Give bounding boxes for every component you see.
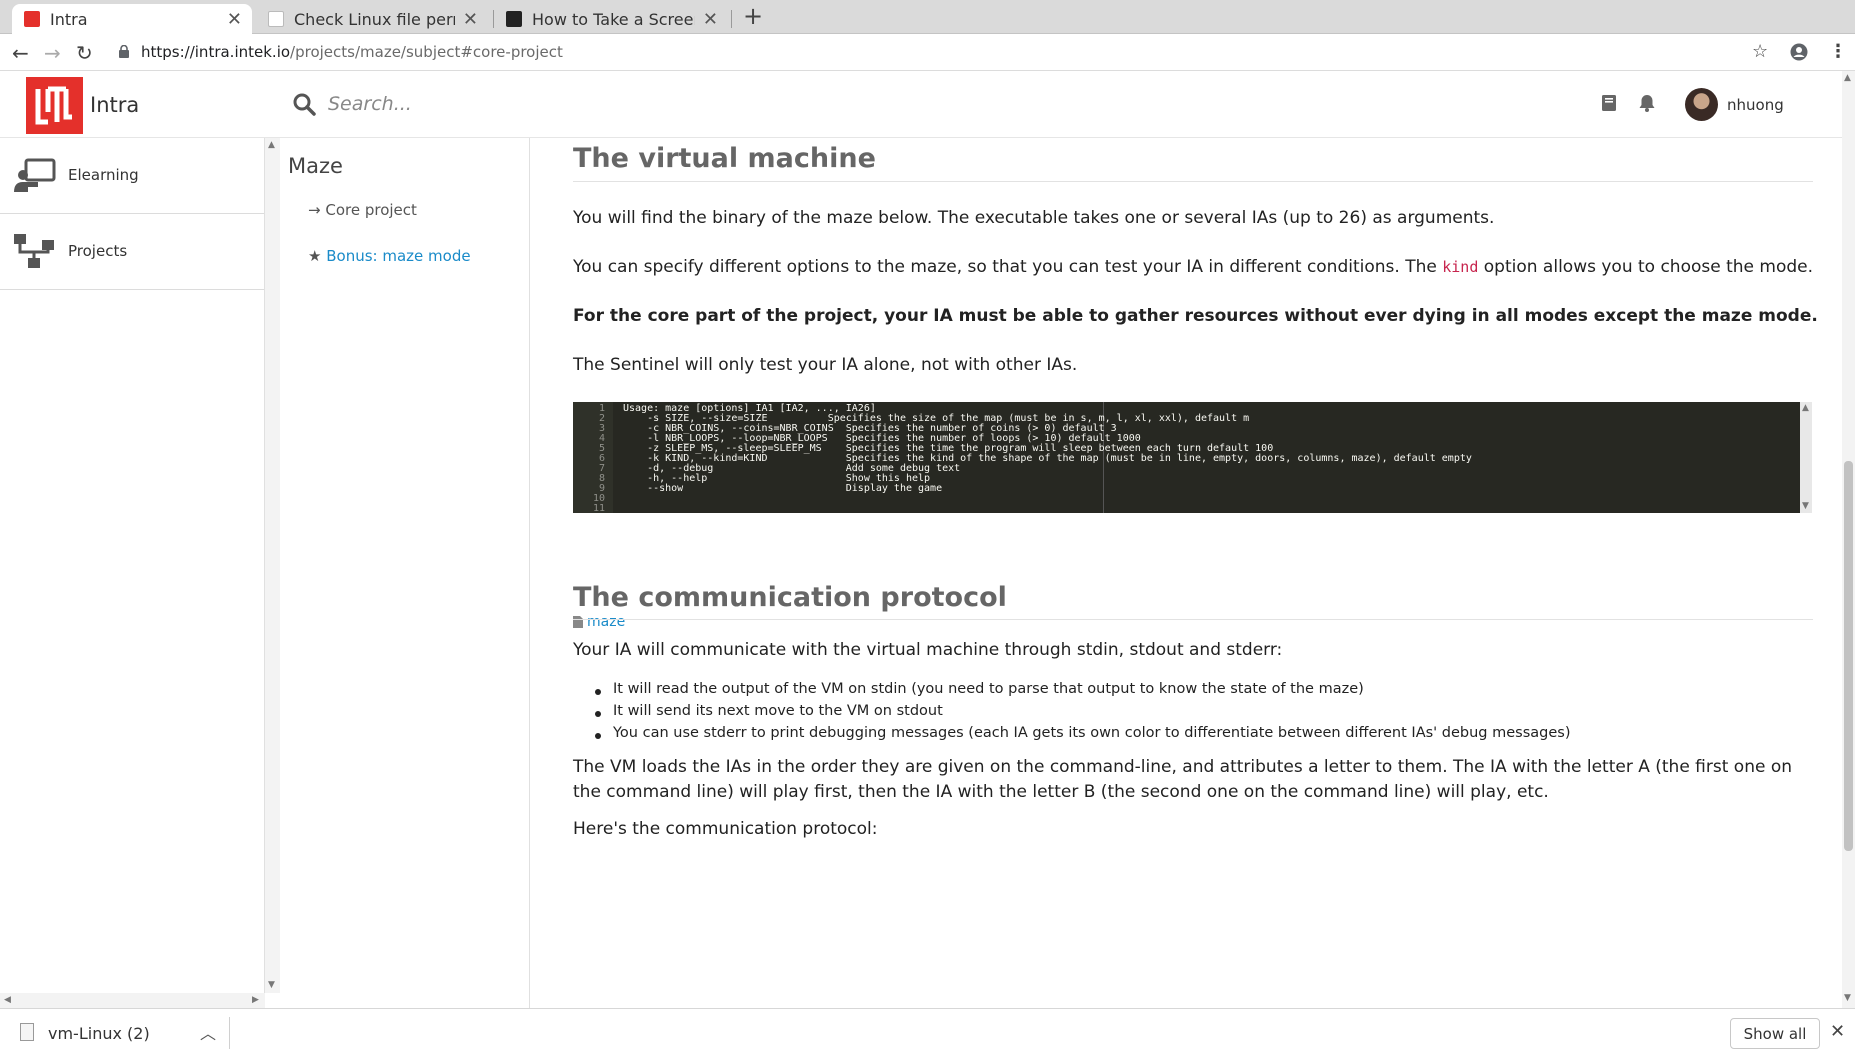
- divider: [229, 1017, 230, 1049]
- paragraph: The VM loads the IAs in the order they a…: [573, 757, 1793, 802]
- paragraph: Your IA will communicate with the virtua…: [573, 640, 1283, 660]
- scroll-up-icon[interactable]: ▲: [1802, 403, 1809, 413]
- new-tab-button[interactable]: +: [743, 2, 763, 30]
- tab-intra[interactable]: Intra ✕: [12, 4, 252, 34]
- intra-logo-icon: [35, 86, 72, 125]
- tab-title: How to Take a Screenshot: [532, 9, 695, 29]
- back-arrow-icon[interactable]: ←: [12, 41, 29, 65]
- scroll-up-icon[interactable]: ▲: [268, 140, 275, 150]
- bookmark-star-icon[interactable]: ☆: [1752, 41, 1768, 62]
- close-tab-icon[interactable]: ✕: [703, 9, 718, 30]
- tab-divider: [731, 10, 732, 28]
- list-item: You can use stderr to print debugging me…: [594, 725, 1570, 747]
- paragraph-bold: For the core part of the project, your I…: [573, 304, 1823, 329]
- close-tab-icon[interactable]: ✕: [463, 9, 478, 30]
- subnav-link-core-project[interactable]: → Core project: [308, 201, 417, 219]
- section-title: The communication protocol: [573, 582, 1007, 613]
- sidebar-hscrollbar[interactable]: ◀ ▶: [0, 993, 265, 1008]
- url-host: https://intra.intek.io: [141, 43, 291, 61]
- subnav-title: Maze: [288, 154, 343, 178]
- username[interactable]: nhuong: [1727, 96, 1784, 114]
- intra-logo[interactable]: [26, 77, 83, 134]
- logo-text: Intra: [90, 93, 140, 117]
- htg-favicon-icon: [506, 11, 522, 27]
- sidebar-scrollbar[interactable]: ▲ ▼: [265, 138, 280, 993]
- tab-screenshot[interactable]: How to Take a Screenshot ✕: [494, 4, 728, 34]
- bold-text: For the core part of the project, your I…: [573, 306, 1818, 326]
- paragraph: You will find the binary of the maze bel…: [573, 208, 1495, 228]
- show-all-button[interactable]: Show all: [1730, 1018, 1820, 1049]
- download-item[interactable]: vm-Linux (2): [48, 1024, 150, 1043]
- section-divider: [573, 181, 1813, 182]
- scroll-down-icon[interactable]: ▼: [268, 980, 275, 990]
- sidebar-item-label: Elearning: [68, 166, 139, 184]
- scroll-right-icon[interactable]: ▶: [252, 995, 259, 1005]
- tab-title: Intra: [50, 9, 88, 29]
- inline-code: kind: [1442, 258, 1479, 276]
- scroll-up-icon[interactable]: ▲: [1844, 73, 1851, 83]
- account-icon[interactable]: [1790, 43, 1808, 61]
- scrollbar-thumb[interactable]: [1844, 461, 1853, 851]
- elearning-icon: [14, 158, 56, 192]
- address-bar[interactable]: https://intra.intek.io/projects/maze/sub…: [141, 43, 563, 61]
- chevron-up-icon[interactable]: ︿: [200, 1020, 216, 1044]
- scroll-down-icon[interactable]: ▼: [1802, 501, 1809, 511]
- arrow-right-icon: →: [308, 201, 321, 219]
- search-input[interactable]: [328, 87, 1028, 121]
- text: option allows you to choose the mode.: [1478, 257, 1814, 277]
- page-scrollbar[interactable]: ▲ ▼: [1842, 71, 1855, 1008]
- left-sidebar: Elearning Projects: [0, 138, 265, 1008]
- tab-linux-permissions[interactable]: Check Linux file permissio ✕: [256, 4, 488, 34]
- download-bar: vm-Linux (2) ︿ Show all ✕: [0, 1008, 1855, 1056]
- paragraph: Here's the communication protocol:: [573, 819, 878, 839]
- code-gutter: 1 2 3 4 5 6 7 8 9 10 11: [573, 402, 613, 513]
- list-item: It will send its next move to the VM on …: [594, 703, 1570, 725]
- close-tab-icon[interactable]: ✕: [227, 9, 242, 30]
- section-title: The virtual machine: [573, 143, 876, 174]
- subject-nav: Maze → Core project ★ Bonus: maze mode: [280, 138, 530, 1008]
- avatar[interactable]: [1685, 88, 1718, 121]
- section-divider: [573, 619, 1813, 620]
- menu-dots-icon[interactable]: ⋮: [1829, 41, 1847, 62]
- file-icon: [573, 616, 583, 628]
- forward-arrow-icon[interactable]: →: [44, 41, 61, 65]
- site-header: Intra nhuong: [0, 71, 1855, 138]
- text: You can specify different options to the…: [573, 257, 1443, 277]
- intra-favicon-icon: [24, 11, 40, 27]
- scroll-down-icon[interactable]: ▼: [1844, 993, 1851, 1003]
- notification-bell-icon[interactable]: [1637, 93, 1657, 113]
- scroll-left-icon[interactable]: ◀: [4, 995, 11, 1005]
- line-number: 11: [592, 503, 605, 513]
- main-content: The virtual machine You will find the bi…: [531, 138, 1842, 1008]
- browser-tabbar: Intra ✕ Check Linux file permissio ✕ How…: [0, 0, 1855, 34]
- subnav-link-bonus[interactable]: ★ Bonus: maze mode: [308, 247, 471, 265]
- projects-icon: [14, 234, 54, 268]
- subnav-link-label: Bonus: maze mode: [326, 247, 471, 265]
- search-icon: [293, 93, 316, 116]
- paragraph: You can specify different options to the…: [573, 255, 1823, 280]
- tab-title: Check Linux file permissio: [294, 9, 455, 29]
- url-path: /projects/maze/subject#core-project: [290, 43, 563, 61]
- close-icon[interactable]: ✕: [1830, 1021, 1845, 1042]
- sidebar-item-projects[interactable]: Projects: [0, 214, 264, 290]
- sidebar-item-label: Projects: [68, 242, 128, 260]
- downloaded-file-icon: [20, 1023, 34, 1041]
- code-block[interactable]: 1 2 3 4 5 6 7 8 9 10 11 Usage: maze [opt…: [573, 402, 1812, 513]
- sidebar-item-elearning[interactable]: Elearning: [0, 138, 264, 214]
- star-icon: ★: [308, 247, 322, 265]
- code-scrollbar[interactable]: ▲ ▼: [1800, 402, 1812, 513]
- code-line: --show Display the game: [623, 483, 943, 494]
- file-download-link[interactable]: maze: [573, 614, 625, 630]
- book-icon[interactable]: [1599, 93, 1619, 113]
- lock-icon[interactable]: [118, 45, 130, 58]
- browser-toolbar: ← → ↻ https://intra.intek.io/projects/ma…: [0, 34, 1855, 71]
- bullet-list: It will read the output of the VM on std…: [594, 681, 1570, 747]
- reload-icon[interactable]: ↻: [76, 41, 93, 65]
- paragraph: The Sentinel will only test your IA alon…: [573, 355, 1078, 375]
- subnav-link-label: Core project: [325, 201, 417, 219]
- file-link-label: maze: [587, 614, 626, 630]
- site-favicon-icon: [268, 11, 284, 27]
- list-item: It will read the output of the VM on std…: [594, 681, 1570, 703]
